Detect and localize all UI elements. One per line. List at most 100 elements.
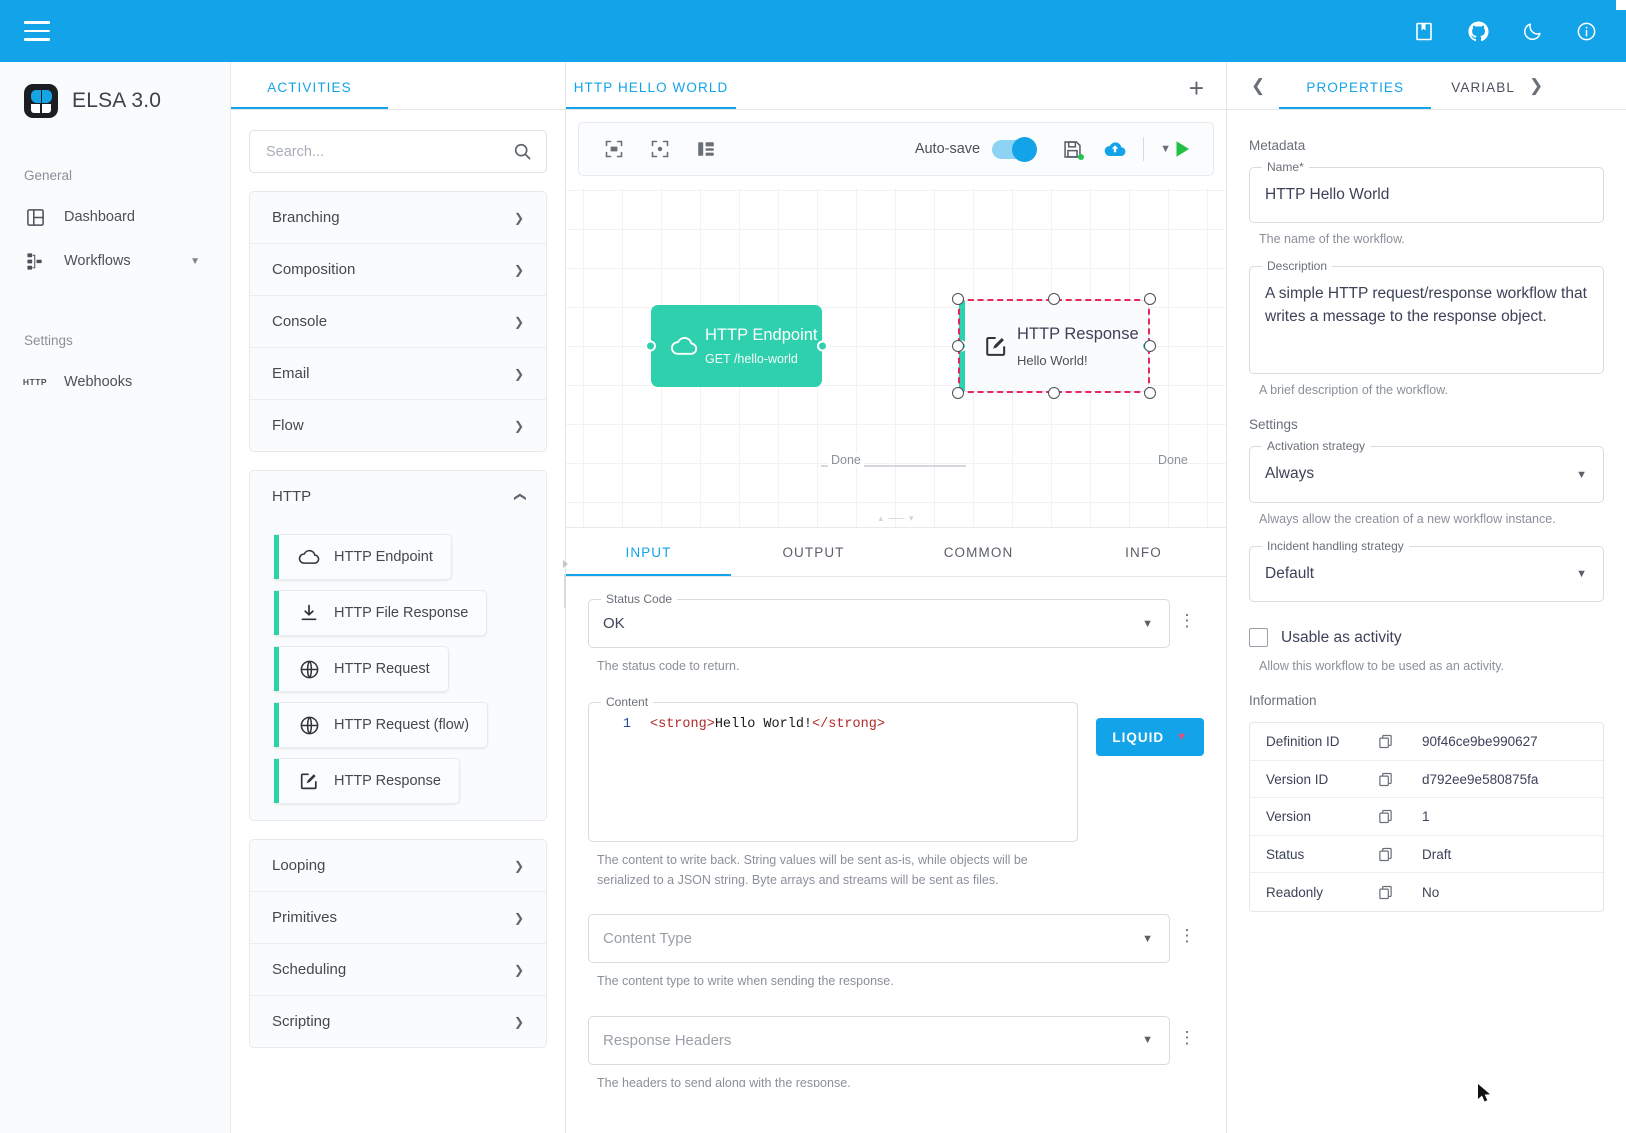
workflow-name-field[interactable]: Name* HTTP Hello World — [1249, 160, 1604, 224]
search-input[interactable] — [264, 142, 513, 161]
chevron-down-icon[interactable]: ▼ — [1142, 1034, 1153, 1046]
copy-icon[interactable] — [1378, 772, 1422, 787]
usable-as-activity-row[interactable]: Usable as activity — [1249, 628, 1604, 648]
tab-common[interactable]: COMMON — [896, 528, 1061, 576]
activation-strategy-select[interactable]: Activation strategy Always ▼ — [1249, 439, 1604, 503]
resize-handle-ne[interactable] — [1144, 293, 1156, 305]
resize-handle-nw[interactable] — [952, 293, 964, 305]
sidebar-item-dashboard[interactable]: Dashboard — [0, 195, 230, 239]
copy-icon[interactable] — [1378, 734, 1422, 749]
activity-group-scripting[interactable]: Scripting ❯ — [250, 996, 546, 1047]
copy-icon[interactable] — [1378, 847, 1422, 862]
activity-card-http-file-response[interactable]: HTTP File Response — [274, 590, 488, 636]
hamburger-icon[interactable] — [24, 21, 50, 41]
resize-handle-se[interactable] — [1144, 387, 1156, 399]
tab-activities[interactable]: ACTIVITIES — [231, 80, 388, 109]
center-canvas-icon[interactable] — [645, 134, 675, 164]
chevron-down-icon[interactable]: ❯ — [514, 264, 524, 276]
activity-group-scheduling[interactable]: Scheduling ❯ — [250, 944, 546, 996]
response-headers-more-menu[interactable]: ⋮ — [1170, 1029, 1204, 1046]
workflow-description-value[interactable]: A simple HTTP request/response workflow … — [1250, 267, 1603, 344]
activity-group-branching[interactable]: Branching ❯ — [250, 192, 546, 244]
chevron-down-icon[interactable]: ▼ — [1160, 143, 1171, 155]
chevron-down-icon[interactable]: ❯ — [514, 912, 524, 924]
publish-cloud-icon[interactable] — [1103, 139, 1127, 159]
activity-card-http-endpoint[interactable]: HTTP Endpoint — [274, 534, 452, 580]
usable-as-activity-checkbox[interactable] — [1249, 628, 1268, 648]
chevron-down-icon[interactable]: ❯ — [514, 860, 524, 872]
incident-strategy-select[interactable]: Incident handling strategy Default ▼ — [1249, 538, 1604, 603]
chevron-down-icon[interactable]: ❯ — [514, 316, 524, 328]
left-panel-splitter[interactable] — [563, 560, 568, 620]
activity-card-http-request[interactable]: HTTP Request — [274, 646, 449, 692]
chevron-up-icon[interactable]: ❯ — [512, 491, 526, 501]
resize-handle-s[interactable] — [1048, 387, 1060, 399]
chevron-down-icon[interactable]: ❯ — [514, 420, 524, 432]
chevron-down-icon[interactable]: ❯ — [514, 964, 524, 976]
auto-layout-icon[interactable] — [691, 134, 721, 164]
status-code-select[interactable]: Status Code OK ▼ — [588, 592, 1170, 648]
plus-icon[interactable]: + — [1189, 75, 1226, 109]
status-code-more-menu[interactable]: ⋮ — [1170, 612, 1204, 629]
chevron-down-icon[interactable]: ▼ — [1576, 469, 1587, 481]
chevron-down-icon[interactable]: ▼ — [1142, 933, 1153, 945]
tab-http-hello-world[interactable]: HTTP HELLO WORLD — [566, 80, 736, 109]
activity-card-http-response[interactable]: HTTP Response — [274, 758, 460, 804]
tab-info[interactable]: INFO — [1061, 528, 1226, 576]
copy-icon[interactable] — [1378, 809, 1422, 824]
right-panel-splitter[interactable] — [1221, 560, 1225, 620]
search-icon[interactable] — [513, 142, 532, 161]
autosave-toggle[interactable] — [992, 136, 1038, 162]
chevron-left-icon[interactable]: ❮ — [1237, 76, 1279, 109]
tab-input[interactable]: INPUT — [566, 528, 731, 576]
activity-group-composition[interactable]: Composition ❯ — [250, 244, 546, 296]
chevron-down-icon[interactable]: ▼ — [1576, 568, 1587, 580]
content-type-more-menu[interactable]: ⋮ — [1170, 927, 1204, 944]
save-disk-icon[interactable] — [1062, 139, 1085, 160]
activity-group-email[interactable]: Email ❯ — [250, 348, 546, 400]
chevron-down-icon[interactable]: ❯ — [514, 212, 524, 224]
resize-handle-w[interactable] — [952, 340, 964, 352]
node-port-in[interactable] — [645, 340, 656, 352]
activity-group-http[interactable]: HTTP ❯ — [250, 471, 546, 522]
run-play-icon[interactable] — [1171, 138, 1193, 160]
info-icon[interactable] — [1574, 19, 1598, 43]
chevron-down-icon[interactable]: ▼ — [1176, 731, 1188, 743]
copy-icon[interactable] — [1378, 885, 1422, 900]
node-port-out[interactable] — [817, 340, 828, 352]
activity-group-looping[interactable]: Looping ❯ — [250, 840, 546, 892]
content-code-editor[interactable]: Content 1 <strong>Hello World!</strong> — [588, 695, 1079, 843]
node-http-endpoint[interactable]: HTTP Endpoint GET /hello-world — [645, 305, 828, 387]
tab-variables[interactable]: VARIABL — [1451, 80, 1515, 109]
chevron-down-icon[interactable]: ❯ — [514, 368, 524, 380]
chevron-down-icon[interactable]: ▼ — [1142, 618, 1153, 630]
chevron-down-icon[interactable]: ▼ — [190, 256, 200, 267]
activity-group-primitives[interactable]: Primitives ❯ — [250, 892, 546, 944]
code-content[interactable]: <strong>Hello World!</strong> — [650, 717, 885, 732]
resize-handle-n[interactable] — [1048, 293, 1060, 305]
content-type-select[interactable]: Content Type ▼ — [588, 914, 1170, 964]
panel-resize-handle[interactable]: ▴ ▾ — [878, 513, 913, 524]
zoom-to-fit-icon[interactable] — [599, 134, 629, 164]
resize-handle-e[interactable] — [1144, 340, 1156, 352]
workflow-canvas[interactable]: HTTP Endpoint GET /hello-world Done HTTP… — [566, 188, 1226, 528]
dark-mode-moon-icon[interactable] — [1520, 19, 1544, 43]
resize-handle-sw[interactable] — [952, 387, 964, 399]
sidebar-item-webhooks[interactable]: HTTP Webhooks — [0, 360, 230, 404]
docs-book-icon[interactable] — [1412, 19, 1436, 43]
activity-card-http-request-flow[interactable]: HTTP Request (flow) — [274, 702, 489, 748]
chevron-down-icon[interactable]: ❯ — [514, 1016, 524, 1028]
sidebar-item-workflows[interactable]: Workflows ▼ — [0, 239, 230, 283]
workflow-name-value[interactable]: HTTP Hello World — [1250, 168, 1603, 222]
tab-properties[interactable]: PROPERTIES — [1279, 80, 1432, 109]
syntax-liquid-button[interactable]: LIQUID ▼ — [1096, 718, 1204, 757]
workflow-description-field[interactable]: Description A simple HTTP request/respon… — [1249, 259, 1604, 375]
github-icon[interactable] — [1466, 19, 1490, 43]
node-http-response[interactable]: HTTP Response Hello World! — [952, 293, 1156, 399]
activity-group-console[interactable]: Console ❯ — [250, 296, 546, 348]
activity-group-flow[interactable]: Flow ❯ — [250, 400, 546, 451]
chevron-right-icon[interactable]: ❯ — [1515, 76, 1557, 109]
tab-output[interactable]: OUTPUT — [731, 528, 896, 576]
search-box[interactable] — [249, 130, 547, 173]
response-headers-select[interactable]: Response Headers ▼ — [588, 1015, 1170, 1065]
